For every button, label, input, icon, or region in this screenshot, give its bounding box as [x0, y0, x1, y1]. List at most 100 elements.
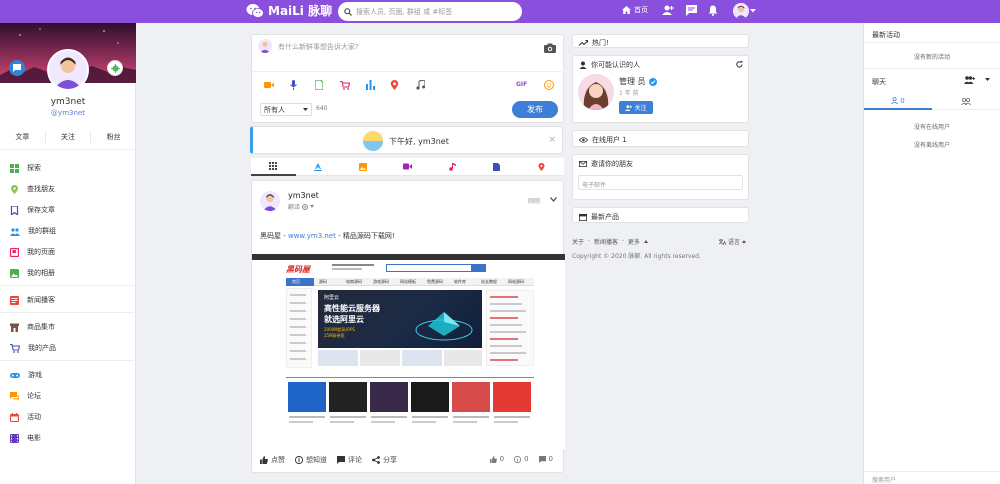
no-online-users: 没有在线用户 [913, 124, 950, 131]
sidebar-item-explore[interactable]: 探索 [10, 163, 41, 173]
camera-icon[interactable] [544, 43, 556, 53]
file-icon[interactable] [315, 80, 323, 90]
sidebar-item-movies[interactable]: 电影 [10, 433, 41, 443]
tab-photos[interactable] [340, 158, 386, 176]
avatar[interactable] [260, 191, 280, 211]
sidebar-item-albums[interactable]: 我的相册 [10, 268, 55, 278]
profile-avatar[interactable] [47, 49, 89, 91]
cart-icon[interactable] [340, 81, 350, 90]
sidebar-item-events[interactable]: 活动 [10, 412, 41, 422]
tab-offline[interactable] [932, 93, 1000, 110]
home-link[interactable]: 首页 [622, 5, 648, 15]
location-icon[interactable] [390, 80, 399, 90]
trending-title: 热门! [579, 38, 609, 48]
tab-followers[interactable]: 粉丝 [91, 131, 136, 143]
tab-online[interactable]: 0 [864, 93, 932, 110]
search-input[interactable] [356, 7, 516, 16]
invite-widget: 邀请你的朋友 电子邮件 [572, 154, 749, 200]
sidebar-item-products[interactable]: 我的产品 [10, 343, 56, 353]
chevron-down-icon[interactable] [750, 9, 756, 13]
suggest-name-row: 管理 员 [619, 76, 657, 87]
photo-album-icon [10, 268, 19, 278]
follow-label: 关注 [634, 105, 647, 112]
close-icon[interactable]: × [548, 135, 556, 145]
sidebar-item-news[interactable]: 新闻播客 [10, 295, 55, 305]
tab-articles[interactable]: 文章 [0, 131, 46, 143]
follow-button[interactable]: 关注 [619, 101, 653, 114]
privacy-select[interactable]: 所有人 [260, 103, 312, 116]
site-panel-line [490, 324, 522, 326]
profile-name[interactable]: ym3net [0, 97, 136, 107]
tab-following[interactable]: 关注 [46, 131, 92, 143]
message-button[interactable] [9, 60, 25, 76]
tab-places[interactable] [519, 158, 565, 176]
site-panel-line [490, 345, 522, 347]
view-count: 0 [514, 455, 529, 463]
translate-link[interactable]: 翻译 [288, 202, 300, 211]
sidebar-item-find-friends[interactable]: 查找朋友 [10, 184, 55, 194]
site-product-caption [289, 421, 313, 423]
invite-email-input[interactable]: 电子邮件 [578, 175, 743, 190]
search-users-input[interactable]: 搜索用户 [872, 475, 896, 484]
separator: · [588, 238, 590, 245]
footer-link-about[interactable]: 关于 [572, 237, 584, 246]
post-menu-chevron-icon[interactable] [550, 197, 557, 202]
footer-link-more[interactable]: 更多 [628, 237, 640, 246]
sidebar-item-label: 新闻播客 [27, 296, 55, 304]
video-icon[interactable] [264, 81, 274, 89]
site-left-menu [286, 288, 312, 368]
sidebar-item-pages[interactable]: 我的页面 [10, 247, 55, 257]
search-box[interactable] [338, 2, 522, 21]
sidebar-item-groups[interactable]: 我的群组 [10, 226, 56, 236]
site-panel-line [490, 303, 522, 305]
language-selector[interactable]: 语言 [719, 237, 747, 246]
add-user-icon[interactable] [662, 5, 674, 16]
tab-files[interactable] [474, 158, 520, 176]
grid-icon [10, 163, 19, 173]
post-author[interactable]: ym3net [288, 191, 319, 200]
site-nav-active [286, 278, 314, 286]
gif-button[interactable]: GIF [516, 81, 527, 88]
tab-text[interactable] [295, 158, 341, 176]
post-button[interactable]: 发布 [512, 101, 558, 118]
post-image[interactable]: 黑码屋 阿里云 高性能云服务器 就选阿里云 2000M超高IOPS 25M高带宽… [252, 254, 565, 449]
online-users-widget[interactable]: 在线用户 1 [572, 130, 749, 147]
post-actions: 点赞 想知道 评论 分享 [260, 455, 397, 465]
eye-icon [579, 137, 588, 143]
online-count: 0 [900, 96, 905, 105]
like-button[interactable]: 点赞 [260, 455, 285, 465]
tab-music[interactable] [429, 158, 475, 176]
comment-button[interactable]: 评论 [337, 455, 362, 465]
tab-all[interactable] [251, 158, 296, 176]
sidebar-item-games[interactable]: 游戏 [10, 370, 42, 380]
logo[interactable]: MaiLi 脉聊 [246, 2, 332, 19]
poll-icon[interactable] [366, 80, 375, 90]
copyright: Copyright © 2020 脉聊. All rights reserved… [572, 253, 701, 260]
post-link[interactable]: www.ym3.net [288, 232, 336, 240]
music-icon[interactable] [416, 80, 425, 90]
divider [0, 360, 136, 361]
tab-videos[interactable] [385, 158, 430, 176]
sidebar-item-saved[interactable]: 保存文章 [10, 205, 55, 215]
suggest-name[interactable]: 管理 员 [619, 76, 646, 87]
emoji-icon[interactable] [544, 80, 554, 90]
chat-icon[interactable] [686, 5, 697, 16]
sidebar-item-label: 我的页面 [27, 248, 55, 256]
share-button[interactable]: 分享 [372, 455, 397, 465]
chevron-down-icon[interactable] [985, 78, 990, 81]
suggest-avatar[interactable] [578, 74, 614, 110]
settings-button[interactable] [107, 60, 123, 76]
trending-widget[interactable]: 热门! [572, 34, 749, 48]
wonder-button[interactable]: 想知道 [295, 455, 327, 465]
add-user-icon[interactable] [964, 76, 975, 84]
profile-handle[interactable]: @ym3net [0, 109, 136, 117]
microphone-icon[interactable] [290, 80, 297, 90]
avatar[interactable] [733, 3, 749, 19]
refresh-icon[interactable] [736, 61, 743, 68]
composer-input[interactable]: 有什么新鲜事想告诉大家? [278, 42, 359, 52]
products-widget[interactable]: 最新产品 [572, 207, 749, 223]
bell-icon[interactable] [708, 5, 718, 16]
footer-link-news[interactable]: 新闻播客 [594, 237, 618, 246]
sidebar-item-forum[interactable]: 论坛 [10, 391, 41, 401]
sidebar-item-market[interactable]: 商品集市 [10, 322, 55, 332]
